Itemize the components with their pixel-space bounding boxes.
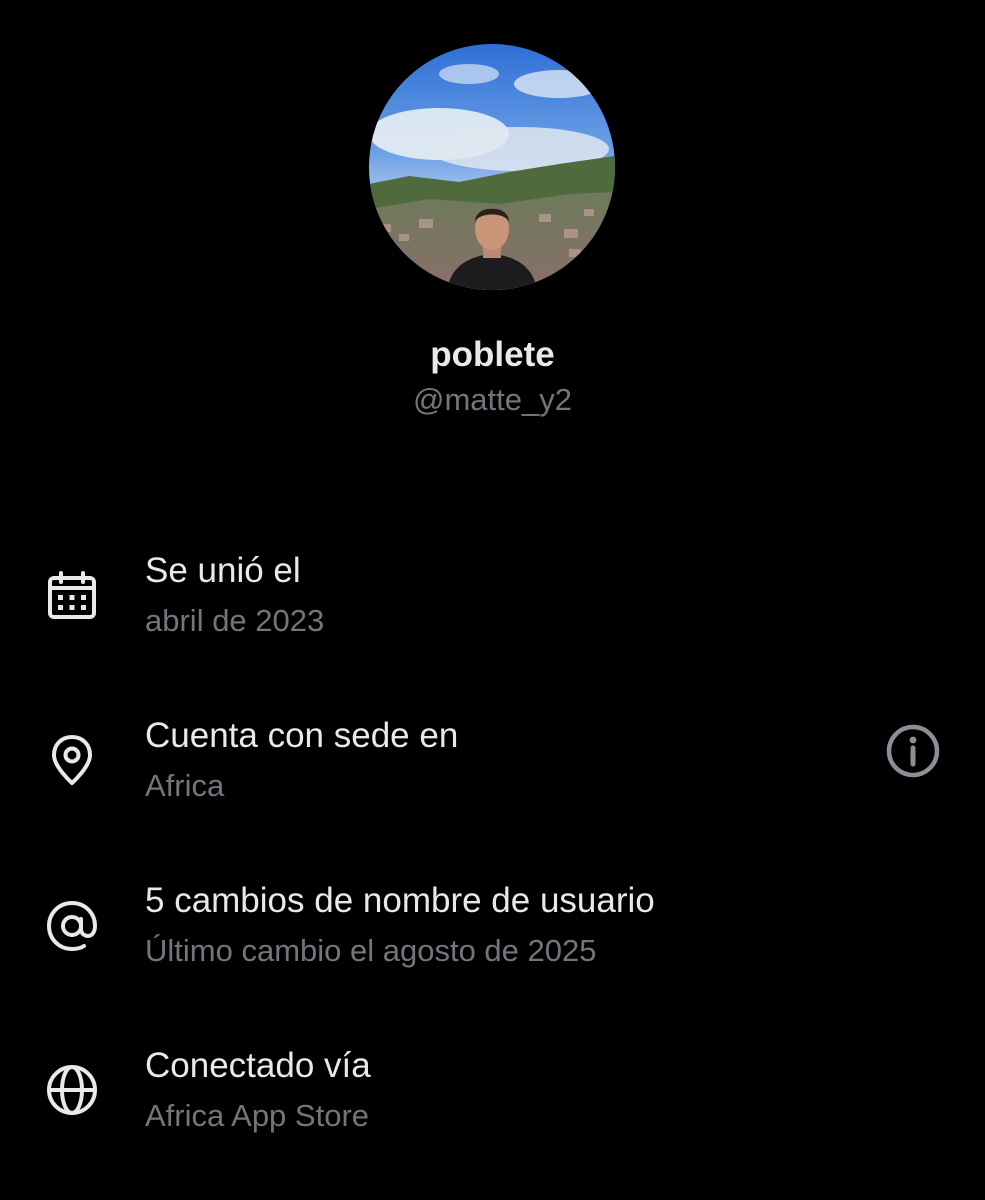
profile-avatar[interactable] [369,44,615,290]
username-handle: @matte_y2 [413,382,572,417]
calendar-icon [44,569,100,625]
info-icon[interactable] [884,722,942,780]
row-subtitle: Africa [145,768,225,803]
row-title: Cuenta con sede en [145,716,459,755]
info-row-username-changes: 5 cambios de nombre de usuario Último ca… [0,879,985,999]
at-sign-icon [44,898,100,954]
globe-icon [44,1062,100,1118]
row-subtitle: abril de 2023 [145,603,325,638]
location-pin-icon [44,732,100,788]
info-row-location: Cuenta con sede en Africa [0,714,985,834]
display-name: poblete [430,335,555,374]
row-title: Conectado vía [145,1046,371,1085]
info-row-connected-via: Conectado vía Africa App Store [0,1044,985,1164]
row-subtitle: Último cambio el agosto de 2025 [145,933,597,968]
row-title: 5 cambios de nombre de usuario [145,881,655,920]
avatar-photo [369,44,615,290]
row-subtitle: Africa App Store [145,1098,370,1133]
info-row-joined: Se unió el abril de 2023 [0,549,985,669]
row-title: Se unió el [145,551,301,590]
